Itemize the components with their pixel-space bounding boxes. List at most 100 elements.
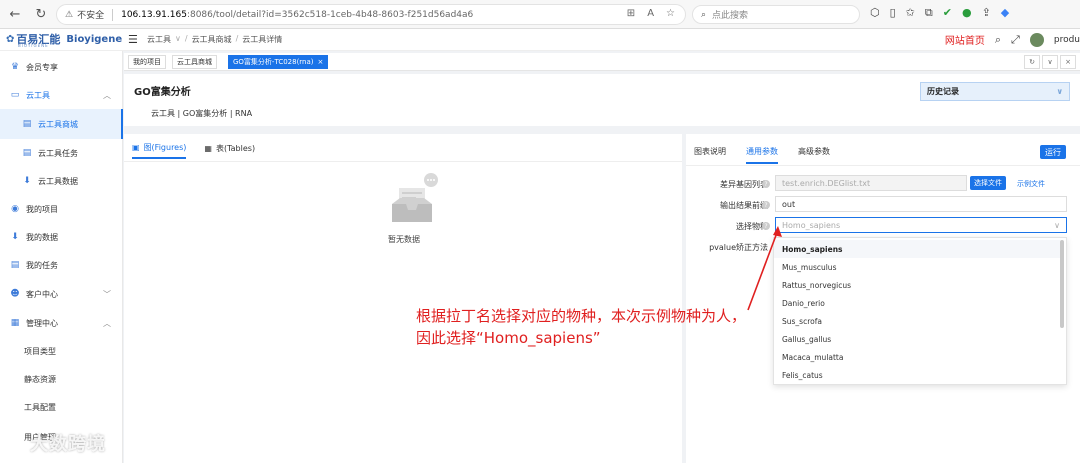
table-icon: ▦ bbox=[204, 144, 212, 153]
search-icon: ⌕ bbox=[701, 9, 707, 20]
species-option[interactable]: Felis_catus bbox=[774, 366, 1060, 384]
browser-search-input[interactable]: ⌕ 点此搜索 bbox=[692, 5, 860, 24]
sidebar-item-static-resources[interactable]: 静态资源 bbox=[0, 365, 123, 393]
username[interactable]: produ bbox=[1054, 35, 1080, 45]
species-option[interactable]: Rattus_norvegicus bbox=[774, 276, 1060, 294]
help-icon[interactable]: ? bbox=[762, 201, 770, 209]
read-aloud-icon[interactable]: A bbox=[647, 8, 654, 19]
browser-toolbar: ← ↻ ⚠ 不安全 106.13.91.165:8086/tool/detail… bbox=[0, 0, 1080, 29]
store-icon: ▤ bbox=[22, 119, 32, 129]
watermark-text: 大数跨境 bbox=[30, 434, 106, 455]
tab-figures[interactable]: ▣ 图(Figures) bbox=[132, 142, 187, 159]
tab-chart-description[interactable]: 图表说明 bbox=[694, 146, 726, 164]
address-bar[interactable]: ⚠ 不安全 106.13.91.165:8086/tool/detail?id=… bbox=[56, 4, 686, 25]
search-icon[interactable]: ⌕ bbox=[995, 33, 1001, 47]
annotation-text: 根据拉丁名选择对应的物种，本次示例物种为人， 因此选择“Homo_sapiens… bbox=[416, 307, 747, 347]
close-icon[interactable]: × bbox=[318, 58, 324, 66]
divider bbox=[686, 165, 1080, 166]
tab-tables[interactable]: ▦ 表(Tables) bbox=[204, 142, 255, 159]
app-header: ✿ 百易汇能 Bioyigene BIOYIGENE ☰ 云工具 ∨ / 云工具商… bbox=[0, 29, 1080, 51]
extension-green-icon[interactable]: ✔ bbox=[943, 6, 952, 20]
sidebar-item-my-projects[interactable]: ◉ 我的项目 bbox=[0, 195, 123, 223]
watermark-logo-icon bbox=[9, 435, 25, 451]
url-text: 106.13.91.165:8086/tool/detail?id=3562c5… bbox=[121, 9, 474, 20]
warning-icon: ⚠ bbox=[65, 9, 74, 20]
collections-icon[interactable]: ⧉ bbox=[925, 6, 933, 20]
example-file-link[interactable]: 示例文件 bbox=[1017, 179, 1045, 189]
back-icon[interactable]: ← bbox=[4, 3, 26, 25]
species-dropdown[interactable]: Homo_sapiens Mus_musculus Rattus_norvegi… bbox=[773, 237, 1067, 385]
sidebar-item-my-data[interactable]: ⬇ 我的数据 bbox=[0, 223, 123, 251]
breadcrumb-item: 云工具详情 bbox=[242, 35, 283, 44]
output-prefix-input[interactable]: out bbox=[775, 196, 1067, 212]
species-option[interactable]: Sus_scrofa bbox=[774, 312, 1060, 330]
sidebar-item-tool-config[interactable]: 工具配置 bbox=[0, 393, 123, 421]
customer-icon: ☻ bbox=[10, 289, 20, 299]
page-subtitle: 云工具 | GO富集分析 | RNA bbox=[151, 109, 253, 118]
run-button[interactable]: 运行 bbox=[1040, 145, 1066, 159]
title-panel: GO富集分析 云工具 | GO富集分析 | RNA 历史记录 ∨ bbox=[124, 74, 1080, 126]
data-icon: ⬇ bbox=[23, 176, 31, 186]
tab-my-projects[interactable]: 我的项目 bbox=[128, 55, 166, 69]
species-option[interactable]: Gallus_gallus bbox=[774, 330, 1060, 348]
breadcrumb-item[interactable]: 云工具商城 bbox=[192, 34, 232, 45]
sidebar-item-tool-data[interactable]: ⬇ 云工具数据 bbox=[0, 167, 123, 195]
sidebar-item-tool-tasks[interactable]: ▤ 云工具任务 bbox=[0, 139, 123, 167]
share-icon[interactable]: ⇪ bbox=[982, 6, 991, 20]
chevron-down-icon: ﹀ bbox=[103, 289, 111, 299]
extension-icon[interactable]: ⬡ bbox=[870, 6, 880, 20]
sidebar-item-admin-center[interactable]: ▦ 管理中心 ︿ bbox=[0, 309, 123, 337]
favorite-star-icon[interactable]: ☆ bbox=[666, 8, 675, 19]
sidebar-item-tool-store[interactable]: ▤ 云工具商城 bbox=[0, 109, 123, 139]
species-option[interactable]: Homo_sapiens bbox=[774, 240, 1060, 258]
sidebar-item-my-tasks[interactable]: ▤ 我的任务 bbox=[0, 251, 123, 279]
help-icon[interactable]: ? bbox=[762, 180, 770, 188]
insecure-label: 不安全 bbox=[77, 11, 105, 21]
sidebar-item-vip[interactable]: ♛ 会员专享 bbox=[0, 53, 123, 81]
breadcrumb: 云工具 ∨ / 云工具商城 / 云工具详情 bbox=[147, 34, 283, 45]
split-screen-icon[interactable]: ▯ bbox=[890, 6, 896, 20]
page-tabs: 我的项目 云工具商城 GO富集分析-TC028(rna) × ↻ ∨ × bbox=[124, 53, 1080, 71]
task-icon: ▤ bbox=[10, 260, 20, 270]
logo[interactable]: ✿ 百易汇能 Bioyigene BIOYIGENE bbox=[6, 31, 122, 48]
refresh-icon[interactable]: ↻ bbox=[30, 3, 52, 25]
choose-file-button[interactable]: 选择文件 bbox=[970, 176, 1006, 190]
menu-toggle-icon[interactable]: ☰ bbox=[128, 33, 138, 46]
species-option[interactable]: Macaca_mulatta bbox=[774, 348, 1060, 366]
history-select[interactable]: 历史记录 ∨ bbox=[920, 82, 1070, 101]
tab-tool-store[interactable]: 云工具商城 bbox=[172, 55, 217, 69]
chevron-up-icon: ︿ bbox=[103, 318, 111, 328]
logo-mark-icon: ✿ bbox=[6, 33, 15, 45]
species-select[interactable]: Homo_sapiens ∨ bbox=[775, 217, 1067, 233]
breadcrumb-item[interactable]: 云工具 bbox=[147, 34, 171, 45]
task-icon: ▤ bbox=[22, 148, 32, 158]
favorites-icon[interactable]: ✩ bbox=[906, 6, 915, 20]
figure-icon: ▣ bbox=[132, 143, 140, 152]
vip-icon: ♛ bbox=[10, 62, 20, 72]
gene-list-input[interactable]: test.enrich.DEGlist.txt bbox=[775, 175, 967, 191]
chevron-down-icon[interactable]: ∨ bbox=[1042, 55, 1058, 69]
extension-green2-icon[interactable]: ● bbox=[962, 6, 972, 20]
sidebar-item-project-types[interactable]: 项目类型 bbox=[0, 337, 123, 365]
species-option[interactable]: Mus_musculus bbox=[774, 258, 1060, 276]
param-label: 输出结果前缀 bbox=[720, 201, 768, 210]
grid-icon[interactable]: ⊞ bbox=[627, 8, 635, 19]
copilot-icon[interactable]: ◆ bbox=[1001, 6, 1009, 20]
site-home-link[interactable]: 网站首页 bbox=[945, 32, 985, 47]
sidebar-item-customer-center[interactable]: ☻ 客户中心 ﹀ bbox=[0, 280, 123, 308]
close-tabs-icon[interactable]: × bbox=[1060, 55, 1076, 69]
tab-advanced-params[interactable]: 高级参数 bbox=[798, 146, 830, 164]
species-option[interactable]: Danio_rerio bbox=[774, 294, 1060, 312]
annotation-arrow-icon bbox=[747, 226, 782, 311]
avatar[interactable] bbox=[1029, 32, 1044, 47]
dropdown-scrollbar[interactable] bbox=[1060, 240, 1064, 328]
admin-icon: ▦ bbox=[10, 318, 20, 328]
fullscreen-icon[interactable]: ⤢ bbox=[1011, 33, 1020, 47]
param-label: 差异基因列表 bbox=[720, 180, 768, 189]
refresh-tab-icon[interactable]: ↻ bbox=[1024, 55, 1040, 69]
tab-general-params[interactable]: 通用参数 bbox=[746, 146, 778, 164]
sidebar: ♛ 会员专享 ▭ 云工具 ︿ ▤ 云工具商城 ▤ 云工具任务 ⬇ 云工具数据 ◉ 我的项目 … bbox=[0, 51, 123, 463]
chevron-down-icon: ∨ bbox=[1054, 220, 1060, 230]
tab-go-enrichment[interactable]: GO富集分析-TC028(rna) × bbox=[228, 55, 329, 69]
sidebar-item-cloud-tools[interactable]: ▭ 云工具 ︿ bbox=[0, 81, 123, 109]
